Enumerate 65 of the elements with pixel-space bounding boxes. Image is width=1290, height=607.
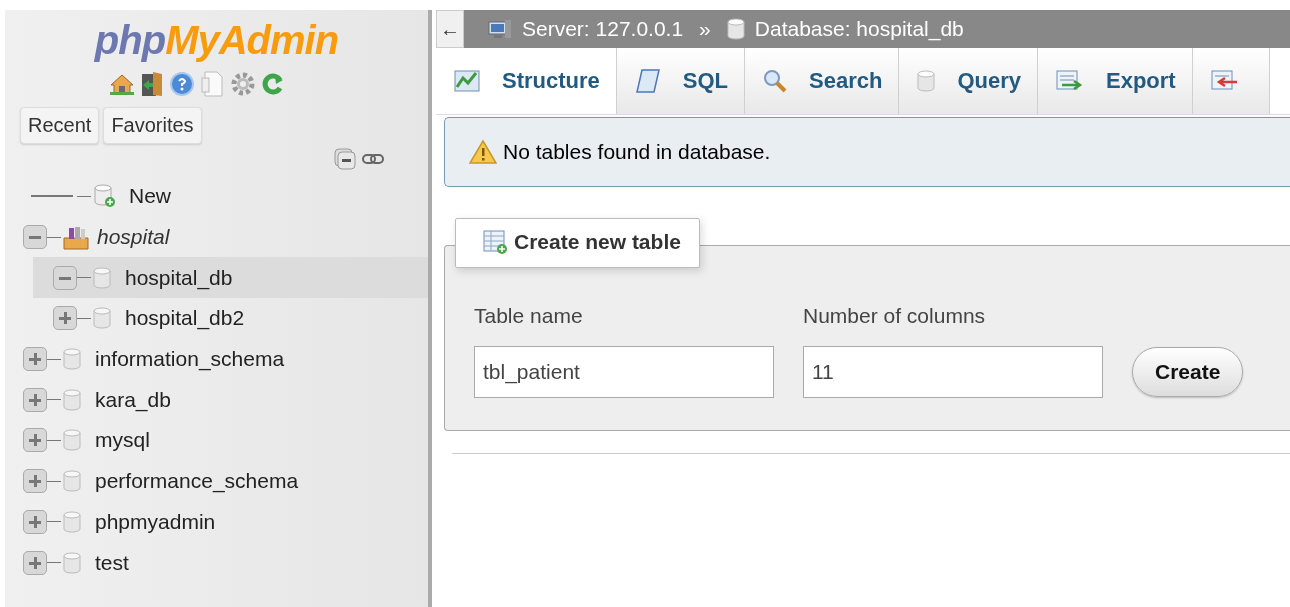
expander-icon[interactable]	[23, 225, 47, 250]
scroll-icon	[634, 68, 661, 94]
columns-field[interactable]: 11	[803, 346, 1103, 398]
database-icon	[93, 307, 111, 330]
database-icon	[63, 429, 81, 452]
table-name-field[interactable]: tbl_patient	[474, 346, 774, 398]
tree-item-label[interactable]: information_schema	[95, 347, 285, 372]
tree-item-label[interactable]: performance_schema	[95, 469, 299, 494]
new-table-icon	[482, 229, 508, 255]
expander-icon[interactable]	[23, 387, 47, 412]
database-icon	[726, 18, 745, 40]
back-button[interactable]: ←	[436, 10, 464, 48]
new-database-icon[interactable]	[93, 184, 115, 209]
legend-text: Create new table	[514, 230, 681, 254]
collapse-all-icon[interactable]	[334, 148, 356, 170]
expander-icon[interactable]	[23, 469, 47, 494]
database-icon	[63, 388, 81, 411]
sidebar-tab-button[interactable]: Recent	[20, 107, 100, 144]
breadcrumb-separator: »	[699, 17, 711, 41]
database-icon	[917, 70, 936, 92]
tree-item-label[interactable]: hospital_db2	[125, 306, 245, 331]
structure-icon	[454, 70, 480, 92]
selected-tree-row[interactable]: hospital_db	[33, 257, 428, 299]
tree-item-label[interactable]: mysql	[95, 428, 150, 453]
server-icon	[488, 18, 512, 40]
logo[interactable]: phpMyAdmin	[94, 18, 339, 63]
database-group-icon	[63, 224, 89, 251]
warning-icon	[469, 139, 497, 165]
database-icon	[93, 266, 111, 289]
notice-text: No tables found in database.	[503, 140, 771, 164]
expander-icon[interactable]	[23, 428, 47, 453]
field-label: Table name	[474, 304, 584, 328]
tab[interactable]: Export	[1038, 48, 1193, 114]
home-icon[interactable]	[109, 73, 134, 95]
server-link[interactable]: Server: 127.0.0.1	[522, 17, 684, 41]
database-link[interactable]: Database: hospital_db	[754, 17, 964, 41]
tab[interactable]: Query	[899, 48, 1038, 114]
exit-door-icon[interactable]	[139, 71, 164, 97]
expander-icon[interactable]	[53, 306, 77, 331]
database-icon	[63, 348, 81, 371]
import-icon	[1210, 70, 1239, 92]
database-icon	[63, 510, 81, 533]
reload-icon[interactable]	[261, 72, 284, 96]
sidebar-tab-button[interactable]: Favorites	[103, 107, 202, 144]
settings-icon[interactable]	[229, 71, 256, 97]
expander-icon[interactable]	[23, 509, 47, 534]
tree-item-label[interactable]: kara_db	[95, 387, 171, 412]
database-icon	[63, 551, 81, 574]
tab[interactable]: Search	[745, 48, 900, 114]
tree-item-label[interactable]: hospital_db	[125, 265, 233, 290]
expander-icon[interactable]	[23, 347, 47, 372]
database-icon	[63, 470, 81, 493]
tree-item-label[interactable]: phpmyadmin	[95, 509, 216, 534]
expander-icon[interactable]	[23, 550, 47, 575]
expander-icon[interactable]	[53, 265, 77, 290]
tree-item-label[interactable]: hospital	[97, 225, 170, 250]
field-label: Number of columns	[803, 304, 987, 328]
tree-item-label[interactable]: test	[95, 550, 129, 575]
link-icon[interactable]	[362, 153, 384, 165]
export-icon	[1056, 70, 1084, 92]
search-icon	[763, 69, 788, 93]
help-icon[interactable]	[169, 72, 194, 96]
tab[interactable]: SQL	[616, 48, 746, 114]
create-button[interactable]: Create	[1132, 347, 1244, 397]
tree-item-label[interactable]: New	[129, 184, 171, 209]
